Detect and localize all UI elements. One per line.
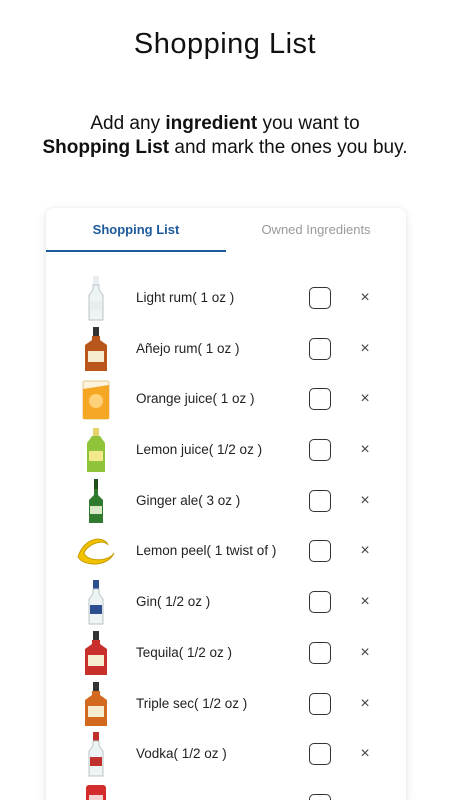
ingredient-name: Orange juice( 1 oz ) — [136, 391, 255, 407]
subtitle-text-3: and mark the ones you buy. — [169, 137, 408, 158]
orange-juice-icon — [74, 376, 118, 422]
bought-checkbox[interactable] — [309, 287, 331, 309]
bought-checkbox[interactable] — [309, 489, 331, 512]
bought-checkbox[interactable] — [309, 641, 331, 664]
gin-bottle-icon — [74, 579, 118, 625]
ingredient-name: Vodka( 1/2 oz ) — [136, 746, 227, 762]
remove-item-button[interactable]: × — [354, 490, 376, 512]
ingredient-name: Gin( 1/2 oz ) — [136, 594, 211, 610]
remove-item-button[interactable]: × — [354, 439, 376, 461]
triple-sec-bottle-icon — [74, 681, 118, 727]
remove-item-button[interactable]: × — [354, 642, 376, 664]
tab-shopping-list[interactable]: Shopping List — [46, 208, 226, 252]
ingredient-name: Lemon juice( 1/2 oz ) — [136, 442, 263, 458]
list-item: Ginger ale( 3 oz ) × — [46, 476, 406, 527]
ingredient-name: Lemon peel( 1 twist of ) — [136, 543, 277, 559]
ingredient-name: Añejo rum( 1 oz ) — [136, 340, 240, 356]
ingredient-name: Ginger ale( 3 oz ) — [136, 492, 241, 508]
page-title: Shopping List — [133, 28, 317, 60]
tab-owned-ingredients[interactable]: Owned Ingredients — [226, 208, 406, 252]
subtitle-bold-1: ingredient — [165, 113, 258, 134]
bought-checkbox[interactable] — [309, 439, 331, 462]
remove-item-button[interactable]: × — [354, 388, 376, 410]
subtitle-bold-2: Shopping List — [42, 137, 170, 158]
list-item: Gin( 1/2 oz ) × — [46, 577, 406, 628]
light-rum-bottle-icon — [74, 275, 118, 321]
page-subtitle: Add any ingredient you want to Shopping … — [0, 112, 450, 160]
remove-item-button[interactable]: × — [354, 540, 376, 562]
ingredient-list: Light rum( 1 oz ) × Añejo rum( 1 oz ) × Oran… — [46, 273, 406, 800]
remove-item-button[interactable]: × — [354, 693, 376, 715]
lemon-juice-bottle-icon — [74, 427, 118, 473]
bought-checkbox[interactable] — [309, 337, 331, 360]
red-can-icon — [74, 782, 118, 800]
list-item: Lemon peel( 1 twist of ) × — [46, 526, 406, 577]
vodka-bottle-icon — [74, 731, 118, 777]
list-item: Orange juice( 1 oz ) × — [46, 374, 406, 425]
remove-item-button[interactable]: × — [354, 794, 376, 800]
bought-checkbox[interactable] — [309, 540, 331, 563]
list-item: Añejo rum( 1 oz ) × — [46, 324, 406, 375]
anejo-rum-bottle-icon — [74, 326, 118, 372]
list-item: Light rum( 1 oz ) × — [46, 273, 406, 324]
list-item: Vodka( 1/2 oz ) × — [46, 729, 406, 780]
remove-item-button[interactable]: × — [354, 338, 376, 360]
ginger-ale-bottle-icon — [74, 478, 118, 524]
list-item: Tequila( 1/2 oz ) × — [46, 628, 406, 679]
shopping-card: Shopping List Owned Ingredients Light ru… — [46, 208, 406, 800]
remove-item-button[interactable]: × — [354, 287, 376, 309]
bought-checkbox[interactable] — [309, 692, 331, 715]
subtitle-text-2: you want to — [257, 113, 360, 134]
lemon-peel-icon — [74, 528, 118, 574]
bought-checkbox[interactable] — [309, 591, 331, 614]
bought-checkbox[interactable] — [309, 388, 331, 411]
subtitle-text-1: Add any — [90, 113, 166, 134]
list-item: × — [46, 780, 406, 800]
remove-item-button[interactable]: × — [354, 743, 376, 765]
ingredient-name: Triple sec( 1/2 oz ) — [136, 695, 248, 711]
remove-item-button[interactable]: × — [354, 591, 376, 613]
tequila-bottle-icon — [74, 630, 118, 676]
list-item: Triple sec( 1/2 oz ) × — [46, 679, 406, 730]
list-item: Lemon juice( 1/2 oz ) × — [46, 425, 406, 476]
ingredient-name: Tequila( 1/2 oz ) — [136, 644, 233, 660]
tab-bar: Shopping List Owned Ingredients — [46, 208, 406, 252]
ingredient-name: Light rum( 1 oz ) — [136, 290, 235, 305]
bought-checkbox[interactable] — [309, 743, 331, 766]
bought-checkbox[interactable] — [309, 793, 331, 800]
